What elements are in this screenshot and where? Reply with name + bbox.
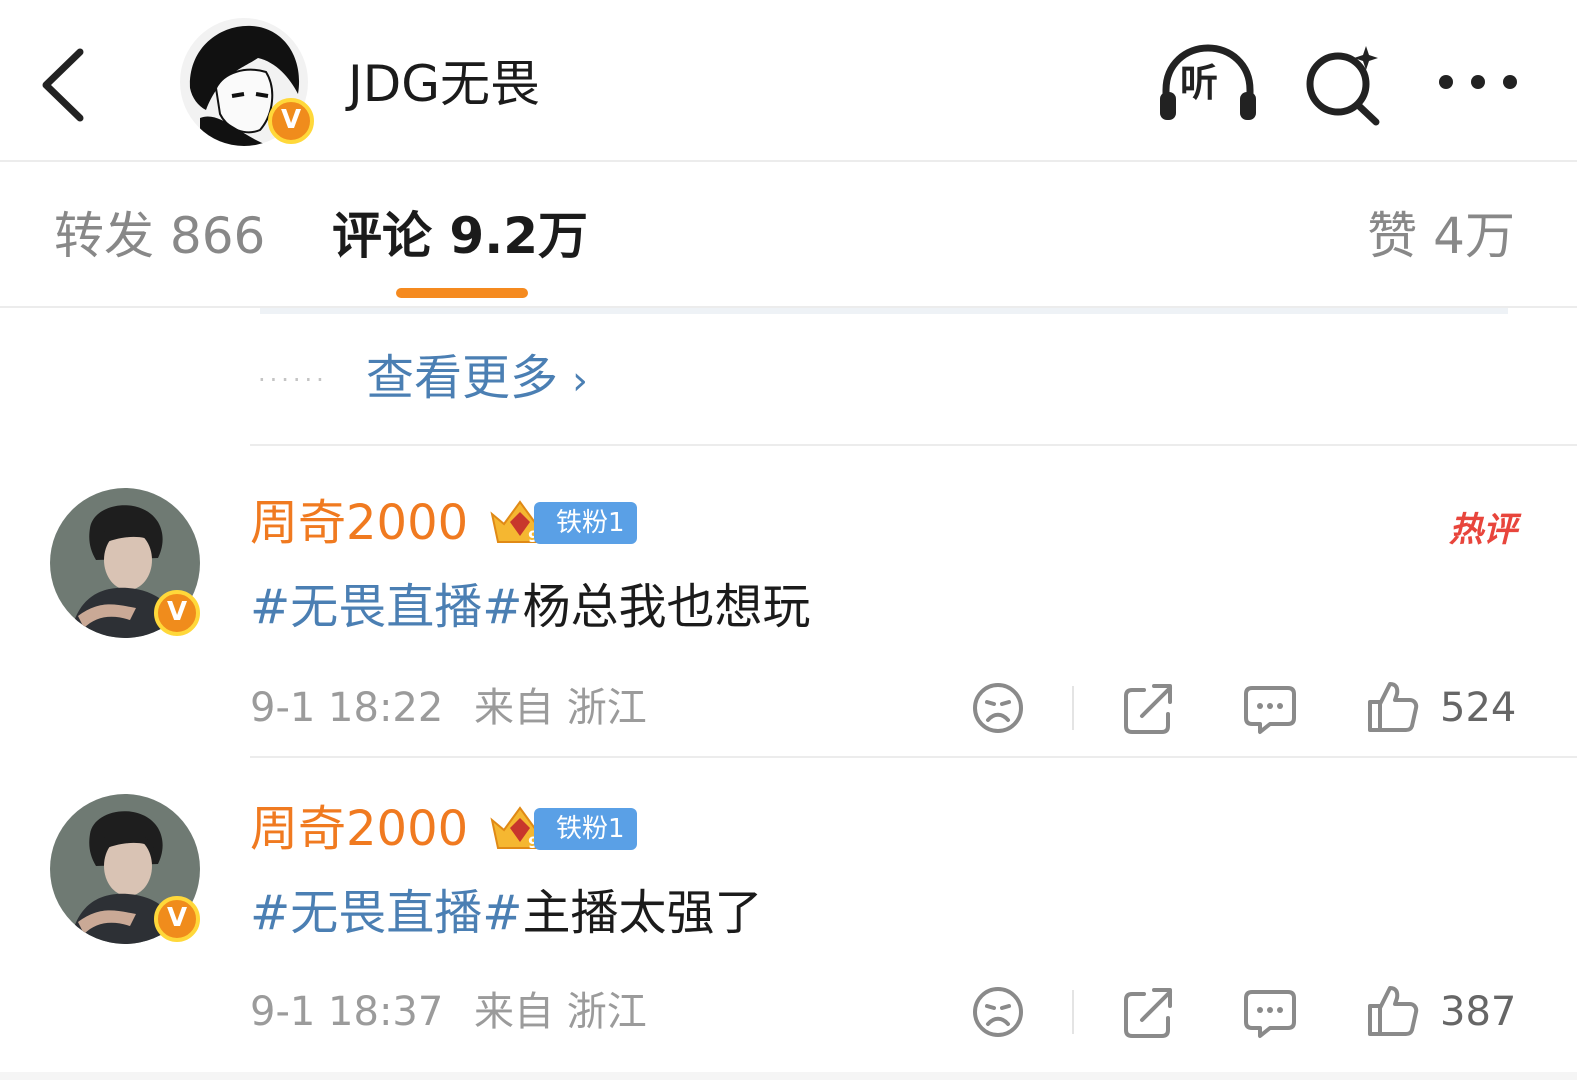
- comment-location: 来自 浙江: [474, 685, 647, 731]
- tab-bar: 转发 866 评论 9.2万 赞 4万: [0, 164, 1577, 308]
- like-count: 387: [1440, 989, 1517, 1035]
- share-button[interactable]: [1120, 984, 1176, 1040]
- verified-badge: V: [268, 98, 314, 144]
- search-button[interactable]: [1300, 42, 1386, 128]
- action-separator: [1072, 686, 1074, 730]
- bottom-edge: [0, 1072, 1577, 1080]
- commenter-name[interactable]: 周奇2000: [250, 798, 468, 860]
- author-avatar[interactable]: V: [180, 18, 314, 146]
- sad-face-icon: [973, 683, 1023, 733]
- share-icon: [1124, 684, 1172, 734]
- share-icon: [1124, 988, 1172, 1038]
- comment-item: V 周奇2000 9 铁粉1 #无畏直播#主播太强了 9-1 18:37 来自 …: [0, 758, 1577, 1058]
- comment-page: V JDG无畏 听 转发 866 评论 9.2万 赞 4万 ······ 查看更…: [0, 0, 1577, 1080]
- comment-time: 9-1 18:22: [250, 685, 444, 731]
- thumbs-up-icon: [1368, 986, 1419, 1036]
- dislike-button[interactable]: [970, 680, 1026, 736]
- share-button[interactable]: [1120, 680, 1176, 736]
- reply-button[interactable]: [1242, 984, 1298, 1040]
- commenter-avatar[interactable]: V: [50, 794, 200, 944]
- like-button[interactable]: [1364, 678, 1420, 734]
- verified-badge: V: [154, 590, 200, 636]
- comment-meta: 9-1 18:37 来自 浙江: [250, 986, 647, 1038]
- comment-body: 主播太强了: [522, 885, 763, 941]
- comment-item: V 周奇2000 9 铁粉1 热评 #无畏直播#杨总我也想玩 9-1 18:22…: [0, 446, 1577, 746]
- action-separator: [1072, 990, 1074, 1034]
- topic-link[interactable]: #无畏直播#: [250, 885, 522, 941]
- commenter-name[interactable]: 周奇2000: [250, 492, 468, 554]
- thumbs-up-icon: [1368, 682, 1419, 732]
- tab-likes[interactable]: 赞 4万: [1367, 204, 1515, 268]
- previous-reply-edge: [260, 308, 1508, 314]
- back-arrow-icon: [42, 48, 84, 122]
- page-title: JDG无畏: [348, 55, 540, 113]
- top-bar: V JDG无畏 听: [0, 0, 1577, 162]
- comment-text: #无畏直播#杨总我也想玩: [250, 576, 810, 638]
- comment-location: 来自 浙江: [474, 989, 647, 1035]
- more-dots-icon: [1439, 75, 1517, 89]
- more-button[interactable]: [1432, 56, 1524, 108]
- view-more-link[interactable]: 查看更多 ›: [366, 346, 588, 413]
- comment-meta: 9-1 18:22 来自 浙江: [250, 682, 647, 734]
- listen-label: 听: [1180, 61, 1219, 105]
- sad-face-icon: [973, 987, 1023, 1037]
- dislike-button[interactable]: [970, 984, 1026, 1040]
- comment-text: #无畏直播#主播太强了: [250, 882, 762, 944]
- more-dots: ······: [258, 366, 328, 394]
- listen-button[interactable]: 听: [1156, 42, 1260, 124]
- topic-link[interactable]: #无畏直播#: [250, 579, 522, 635]
- search-sparkle-icon: [1306, 46, 1380, 126]
- chevron-right-icon: ›: [572, 358, 589, 404]
- like-button[interactable]: [1364, 982, 1420, 1038]
- hot-comment-badge: 热评: [1449, 510, 1517, 550]
- comment-bubble-icon: [1244, 990, 1296, 1038]
- tab-comments[interactable]: 评论 9.2万: [332, 204, 588, 268]
- active-tab-indicator: [396, 288, 528, 298]
- comment-time: 9-1 18:37: [250, 989, 444, 1035]
- commenter-avatar[interactable]: V: [50, 488, 200, 638]
- fan-badge: 铁粉1: [534, 502, 637, 544]
- like-count: 524: [1440, 685, 1517, 731]
- comment-bubble-icon: [1244, 686, 1296, 734]
- fan-badge: 铁粉1: [534, 808, 637, 850]
- comment-body: 杨总我也想玩: [522, 579, 811, 635]
- view-more-label: 查看更多: [366, 350, 559, 406]
- reply-button[interactable]: [1242, 680, 1298, 736]
- back-button[interactable]: [36, 46, 96, 124]
- tab-repost[interactable]: 转发 866: [54, 204, 265, 268]
- verified-badge: V: [154, 896, 200, 942]
